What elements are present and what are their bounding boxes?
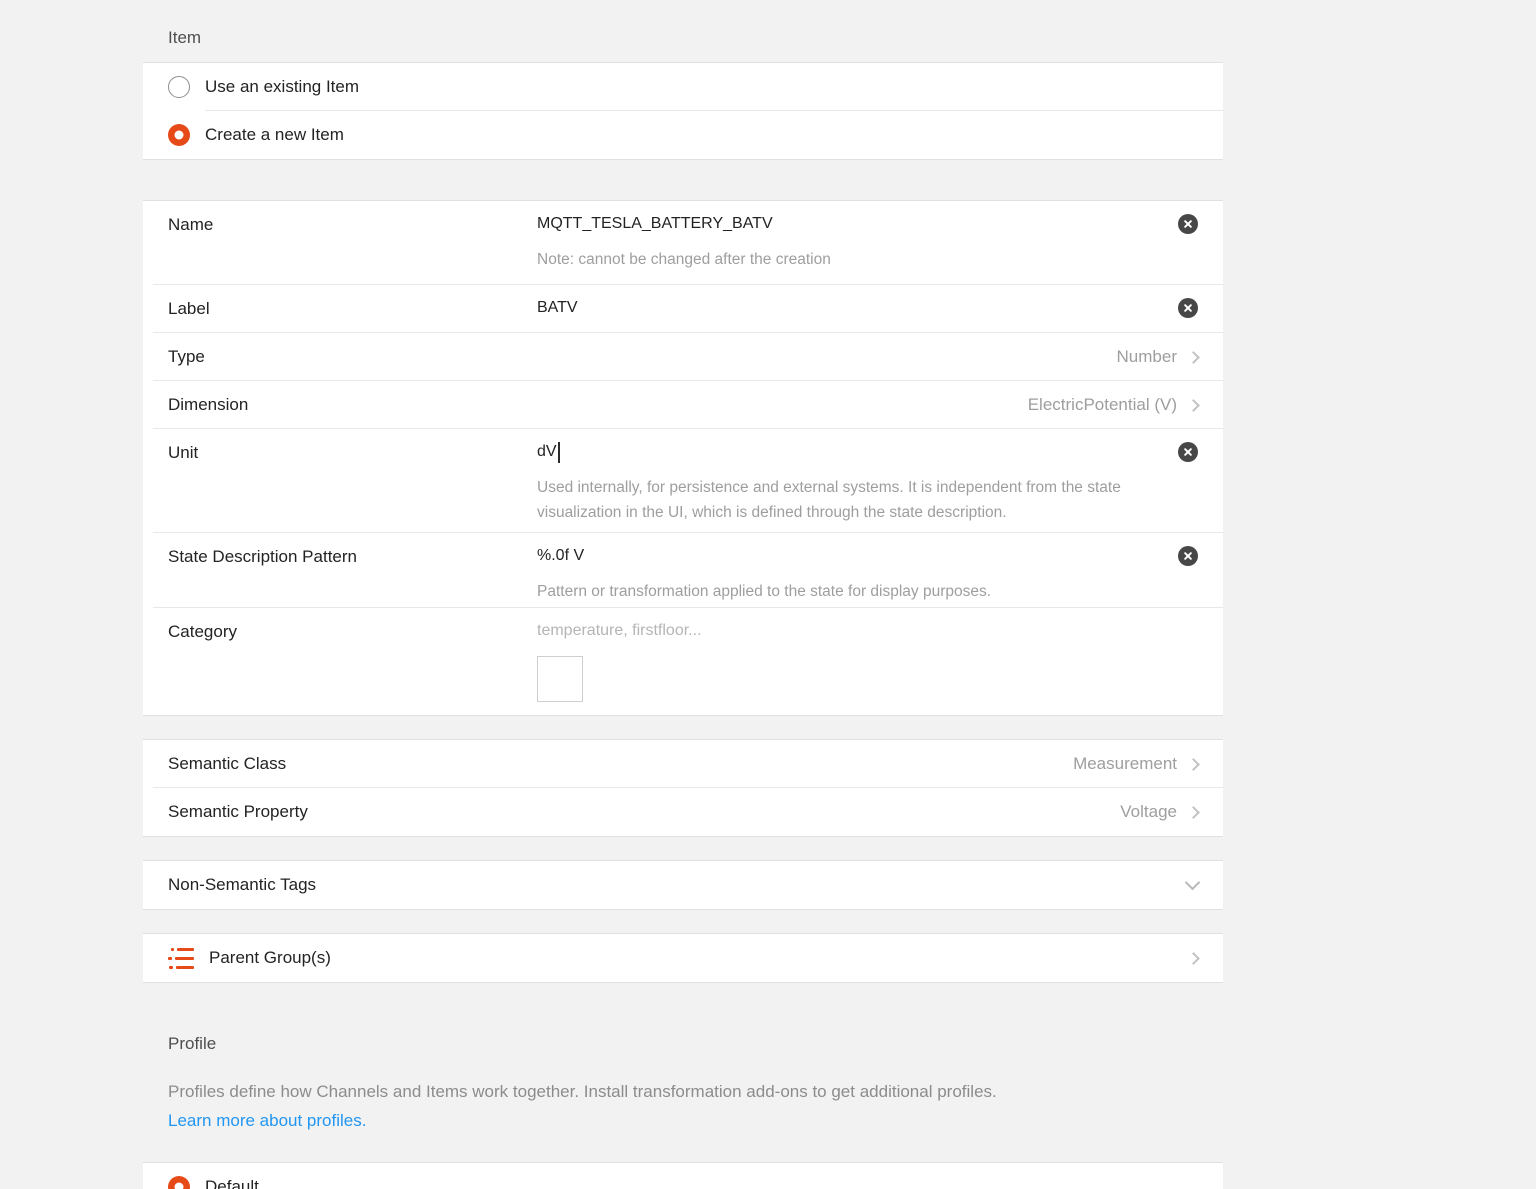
profile-section-title: Profile (143, 983, 1223, 1055)
clear-icon[interactable] (1178, 442, 1198, 462)
clear-icon[interactable] (1178, 298, 1198, 318)
name-label: Name (168, 201, 537, 249)
category-icon-preview (537, 656, 583, 702)
item-section-title: Item (143, 0, 1223, 62)
profile-description: Profiles define how Channels and Items w… (143, 1055, 1223, 1105)
radio-checked-icon[interactable] (168, 124, 190, 146)
unit-value: dV (537, 443, 557, 461)
dimension-value: ElectricPotential (V) (1028, 395, 1177, 415)
label-row: Label (143, 285, 1223, 333)
option-create-new-item[interactable]: Create a new Item (143, 111, 1223, 159)
label-label: Label (168, 285, 537, 333)
semantic-class-row[interactable]: Semantic Class Measurement (143, 740, 1223, 788)
unit-label: Unit (168, 429, 537, 477)
semantic-class-label: Semantic Class (168, 754, 286, 774)
category-input[interactable] (537, 622, 1097, 640)
type-row[interactable]: Type Number (143, 333, 1223, 381)
state-description-input[interactable] (537, 547, 1097, 565)
item-form-card: Name Note: cannot be changed after the c… (143, 200, 1223, 716)
chevron-right-icon (1187, 399, 1200, 412)
radio-checked-icon[interactable] (168, 1176, 190, 1189)
name-row: Name Note: cannot be changed after the c… (143, 201, 1223, 285)
dimension-row[interactable]: Dimension ElectricPotential (V) (143, 381, 1223, 429)
text-caret (558, 442, 560, 463)
chevron-right-icon (1187, 952, 1200, 965)
chevron-right-icon (1187, 758, 1200, 771)
semantic-class-value: Measurement (1073, 754, 1177, 774)
parent-groups-row[interactable]: Parent Group(s) (143, 934, 1223, 982)
name-note: Note: cannot be changed after the creati… (537, 247, 1182, 272)
chevron-right-icon (1187, 806, 1200, 819)
category-label: Category (168, 608, 537, 656)
option-use-existing-item[interactable]: Use an existing Item (143, 63, 1223, 111)
option-label: Default (205, 1177, 259, 1189)
clear-icon[interactable] (1178, 214, 1198, 234)
option-label: Create a new Item (205, 125, 344, 145)
state-description-label: State Description Pattern (168, 533, 537, 581)
unit-row: Unit dV Used internally, for persistence… (143, 429, 1223, 533)
parent-groups-label: Parent Group(s) (209, 948, 331, 968)
name-input[interactable] (537, 215, 1097, 233)
category-row: Category (143, 608, 1223, 715)
non-semantic-tags-label: Non-Semantic Tags (168, 875, 316, 895)
parent-groups-card: Parent Group(s) (143, 933, 1223, 983)
item-choice-card: Use an existing Item Create a new Item (143, 62, 1223, 160)
dimension-label: Dimension (168, 381, 537, 429)
non-semantic-tags-row[interactable]: Non-Semantic Tags (143, 861, 1223, 909)
semantic-property-row[interactable]: Semantic Property Voltage (143, 788, 1223, 836)
chevron-right-icon (1187, 351, 1200, 364)
option-label: Use an existing Item (205, 77, 359, 97)
state-description-row: State Description Pattern Pattern or tra… (143, 533, 1223, 608)
profile-choice-card: Default (143, 1162, 1223, 1189)
unit-help-text: Used internally, for persistence and ext… (537, 475, 1182, 525)
semantic-property-label: Semantic Property (168, 802, 308, 822)
option-profile-default[interactable]: Default (143, 1163, 1223, 1189)
chevron-down-icon (1185, 875, 1201, 891)
radio-unchecked-icon[interactable] (168, 76, 190, 98)
list-icon (168, 948, 194, 969)
semantics-card: Semantic Class Measurement Semantic Prop… (143, 739, 1223, 837)
non-semantic-tags-card: Non-Semantic Tags (143, 860, 1223, 910)
clear-icon[interactable] (1178, 546, 1198, 566)
semantic-property-value: Voltage (1120, 802, 1177, 822)
type-value: Number (1117, 347, 1177, 367)
profiles-help-link[interactable]: Learn more about profiles. (143, 1105, 366, 1137)
type-label: Type (168, 333, 537, 381)
item-config-page: Item Use an existing Item Create a new I… (143, 0, 1223, 1189)
label-input[interactable] (537, 299, 1097, 317)
unit-input[interactable]: dV (537, 442, 560, 463)
state-description-help-text: Pattern or transformation applied to the… (537, 579, 1182, 604)
